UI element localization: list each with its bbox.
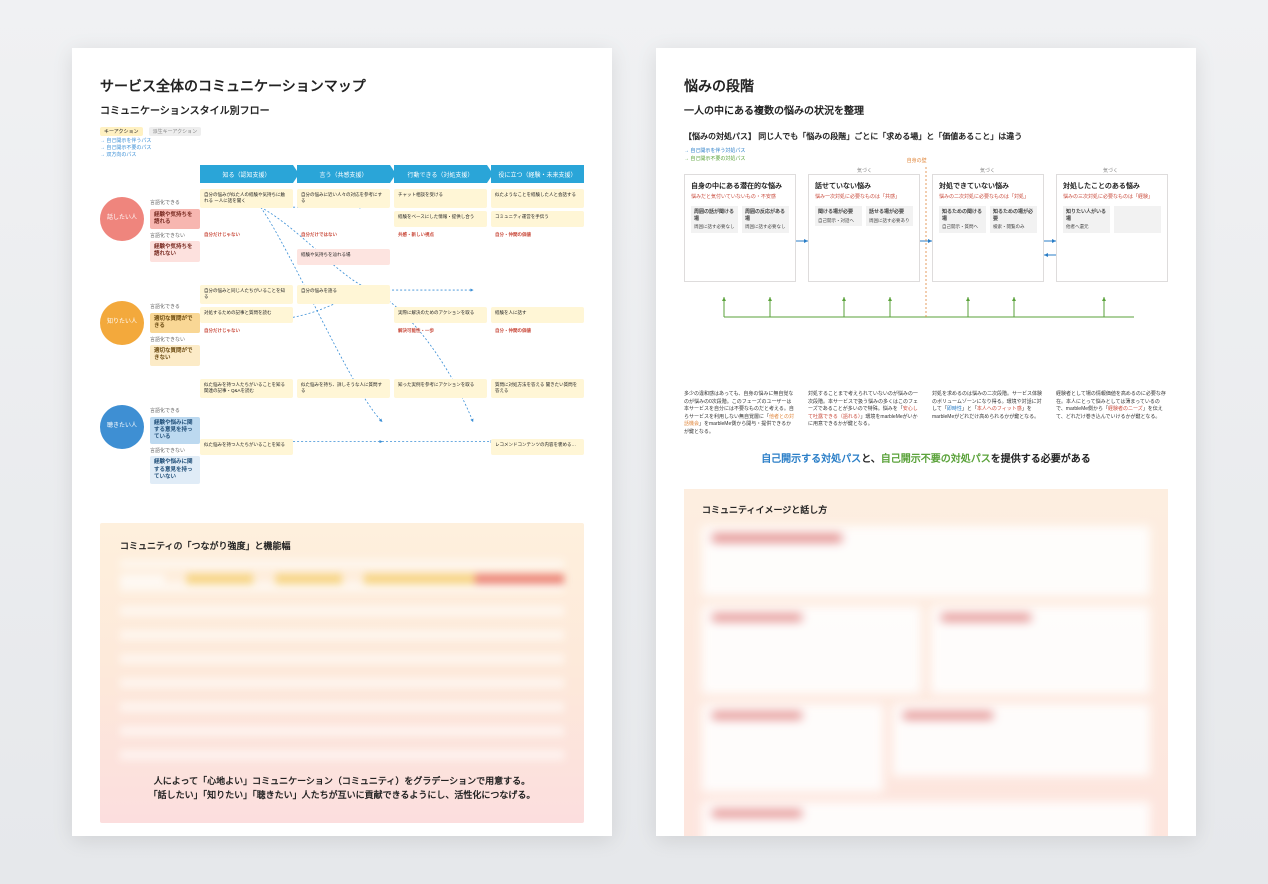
lane-cell	[491, 249, 584, 265]
lane-cell	[394, 439, 487, 455]
lane-cell: 自分だけではない	[297, 229, 390, 245]
lane-cell: 似た悩みを持つ人たちがいることを知る 関連の記事・Q&Aを読む	[200, 379, 293, 398]
lane-row: 自分の悩みと同じ人たちがいることを知る自分の悩みを語る	[200, 285, 584, 304]
lane-cell: レコメンドコンテンツの内容を褒める…	[491, 439, 584, 455]
stage-0: 自身の中にある潜在的な悩み悩みだと気付いていないもの・不安感周囲の話が聞ける場周…	[684, 174, 796, 282]
lane-row: 似た悩みを持つ人たちがいることを知る 関連の記事・Q&Aを読む似た悩みを持ち、詳…	[200, 379, 584, 398]
stage-desc: 対処することまで考えられていないのが悩みの一次段階。本サービスで扱う悩みの多くは…	[808, 391, 920, 436]
legend-flow-lines: → 自己開示を伴うパス → 自己開示不要のパス → 双方向のパス	[100, 138, 584, 159]
phase-2: 行動できる（対処支援）	[394, 165, 487, 183]
lane-cell	[394, 285, 487, 304]
lane-cell	[297, 211, 390, 227]
lane-cell	[297, 439, 390, 455]
page-subtitle: 一人の中にある複数の悩みの状況を整理	[684, 102, 1168, 117]
flow-diagram: 話したい人言語化できる経験や気持ちを語れる言語化できない経験や気持ちを語れない知…	[100, 165, 584, 509]
lane-cell: コミュニティ運営を手伝う	[491, 211, 584, 227]
lane-cell: 解決可能性・一歩	[394, 325, 487, 341]
page-title: サービス全体のコミュニケーションマップ	[100, 76, 584, 96]
stage-3: 対処したことのある悩み悩みの三次対処に必要なものは「経験」知りたい人がいる場他者…	[1056, 174, 1168, 282]
lane-row: 対処するための記事と質問を読む 実際に解決のためのアクションを取る経験を人に話す	[200, 307, 584, 323]
lane-cell	[200, 249, 293, 265]
stage-descriptions: 多少の違和感はあっても、自身の悩みに無自覚なのが悩みの0次段階。このフェーズのユ…	[684, 391, 1168, 436]
lane-cell: 実際に解決のためのアクションを取る	[394, 307, 487, 323]
gradient-blurred-content	[120, 560, 564, 760]
conclusion-line: 自己開示する対処パスと、自己開示不要の対処パスを提供する必要がある	[684, 450, 1168, 465]
lane-cell: 自分の悩みに近い人々の対応を参考にする	[297, 189, 390, 208]
flow-lane-column: 知る（認知支援）言う（共感支援）行動できる（対処支援）役に立つ（経験・未来支援）	[200, 165, 584, 509]
lane-cell: 質問に対処方法を答える 聞きたい質問を答える	[491, 379, 584, 398]
page-title: 悩みの段階	[684, 76, 1168, 96]
flow-persona-column: 話したい人言語化できる経験や気持ちを語れる言語化できない経験や気持ちを語れない知…	[100, 165, 200, 509]
gradient-panel: コミュニティの「つながり強度」と機能幅 人によって「心地よい」コミュニケーション…	[100, 523, 584, 823]
persona-circle: 話したい人	[100, 197, 144, 241]
lane-row: 自分だけじゃない自分だけではない共感・新しい視点自分・仲間の価値	[200, 229, 584, 245]
lane-cell: 自分・仲間の価値	[491, 229, 584, 245]
lane-row: 自分の悩みが似た人の経験や気持ちに触れる ー人に話を聞く自分の悩みに近い人々の対…	[200, 189, 584, 208]
lane-cell: 自分の悩みを語る	[297, 285, 390, 304]
phase-1: 言う（共感支援）	[297, 165, 390, 183]
persona-0: 話したい人言語化できる経験や気持ちを語れる言語化できない経験や気持ちを語れない	[100, 197, 200, 293]
lane-row: 経験や気持ちを辿れる場	[200, 249, 584, 265]
gradient-caption: 人によって「心地よい」コミュニケーション（コミュニティ）をグラデーションで用意す…	[120, 774, 564, 803]
section-gradient-title: コミュニティの「つながり強度」と機能幅	[120, 539, 564, 552]
right-document-page: 悩みの段階 一人の中にある複数の悩みの状況を整理 【悩みの対処パス】 同じ人でも…	[656, 48, 1196, 836]
lane-cell: 自分の悩みと同じ人たちがいることを知る	[200, 285, 293, 304]
left-document-page: サービス全体のコミュニケーションマップ コミュニケーションスタイル別フロー キー…	[72, 48, 612, 836]
lane-row: 自分だけじゃない 解決可能性・一歩自分・仲間の価値	[200, 325, 584, 341]
phase-header: 知る（認知支援）言う（共感支援）行動できる（対処支援）役に立つ（経験・未来支援）	[200, 165, 584, 183]
lane-cell: 経験を人に話す	[491, 307, 584, 323]
lane-cell: 共感・新しい視点	[394, 229, 487, 245]
lane-cell: チャット相談を受ける	[394, 189, 487, 208]
legend-chips: キーアクション 派生キーアクション	[100, 127, 584, 136]
community-image-title: コミュニティイメージと話し方	[702, 503, 1150, 516]
phase-3: 役に立つ（経験・未来支援）	[491, 165, 584, 183]
lane-row: 経験をベースにした情報・提供し合うコミュニティ運営を手伝う	[200, 211, 584, 227]
lane-cell: 自分だけじゃない	[200, 325, 293, 341]
stage-note: 【悩みの対処パス】 同じ人でも「悩みの段階」ごとに「求める場」と「価値あること」…	[684, 131, 1168, 142]
community-blurred-content	[702, 526, 1150, 836]
lane-cell	[394, 249, 487, 265]
stage-desc: 対処を求めるのは悩みの二次段階。サービス体験のボリュームゾーンになり得る。環境や…	[932, 391, 1044, 436]
lane-cell: 対処するための記事と質問を読む	[200, 307, 293, 323]
stage-row: 自身の中にある潜在的な悩み悩みだと気付いていないもの・不安感周囲の話が聞ける場周…	[684, 174, 1168, 282]
center-tag: 自身の壁	[907, 157, 927, 164]
lane-cell: 似た悩みを持ち、詳しそうな人に質問する	[297, 379, 390, 398]
section-flow-title: コミュニケーションスタイル別フロー	[100, 102, 584, 117]
persona-1: 知りたい人言語化できる適切な質問ができる言語化できない適切な質問ができない	[100, 301, 200, 397]
persona-circle: 知りたい人	[100, 301, 144, 345]
lane-cell: 経験をベースにした情報・提供し合う	[394, 211, 487, 227]
lane-grid: 自分の悩みが似た人の経験や気持ちに触れる ー人に話を聞く自分の悩みに近い人々の対…	[200, 189, 584, 509]
lane-cell	[491, 285, 584, 304]
lane-cell: 似た悩みを持つ人たちがいることを知る	[200, 439, 293, 455]
lane-cell	[297, 307, 390, 323]
lane-cell: 自分の悩みが似た人の経験や気持ちに触れる ー人に話を聞く	[200, 189, 293, 208]
community-image-panel: コミュニティイメージと話し方	[684, 489, 1168, 836]
lane-row: 似た悩みを持つ人たちがいることを知る レコメンドコンテンツの内容を褒める…	[200, 439, 584, 455]
stage-desc: 多少の違和感はあっても、自身の悩みに無自覚なのが悩みの0次段階。このフェーズのユ…	[684, 391, 796, 436]
lane-cell	[200, 211, 293, 227]
lane-cell: 似たようなことを経験した人と会話する	[491, 189, 584, 208]
chip-key-action: キーアクション	[100, 127, 143, 136]
stage-1: 話せていない悩み悩み一次対処に必要なものは「共感」聞ける場が必要自己開示・対話へ…	[808, 174, 920, 282]
stage-2: 対処できていない悩み悩みの二次対処に必要なものは「対処」知るための聞ける場自己開…	[932, 174, 1044, 282]
lane-cell: 経験や気持ちを辿れる場	[297, 249, 390, 265]
phase-0: 知る（認知支援）	[200, 165, 293, 183]
persona-2: 聴きたい人言語化できる経験や悩みに関する意見を持っている言語化できない経験や悩み…	[100, 405, 200, 501]
lane-cell: 知った実例を参考にアクションを取る	[394, 379, 487, 398]
chip-derived-action: 派生キーアクション	[149, 127, 202, 136]
lane-cell	[297, 325, 390, 341]
persona-circle: 聴きたい人	[100, 405, 144, 449]
stage-desc: 経験者として場の情報価値を高めるのに必要な存在。本人にとって悩みとしては薄まって…	[1056, 391, 1168, 436]
lane-cell: 自分だけじゃない	[200, 229, 293, 245]
lane-cell: 自分・仲間の価値	[491, 325, 584, 341]
stage-diagram: 自身の壁	[684, 167, 1168, 387]
